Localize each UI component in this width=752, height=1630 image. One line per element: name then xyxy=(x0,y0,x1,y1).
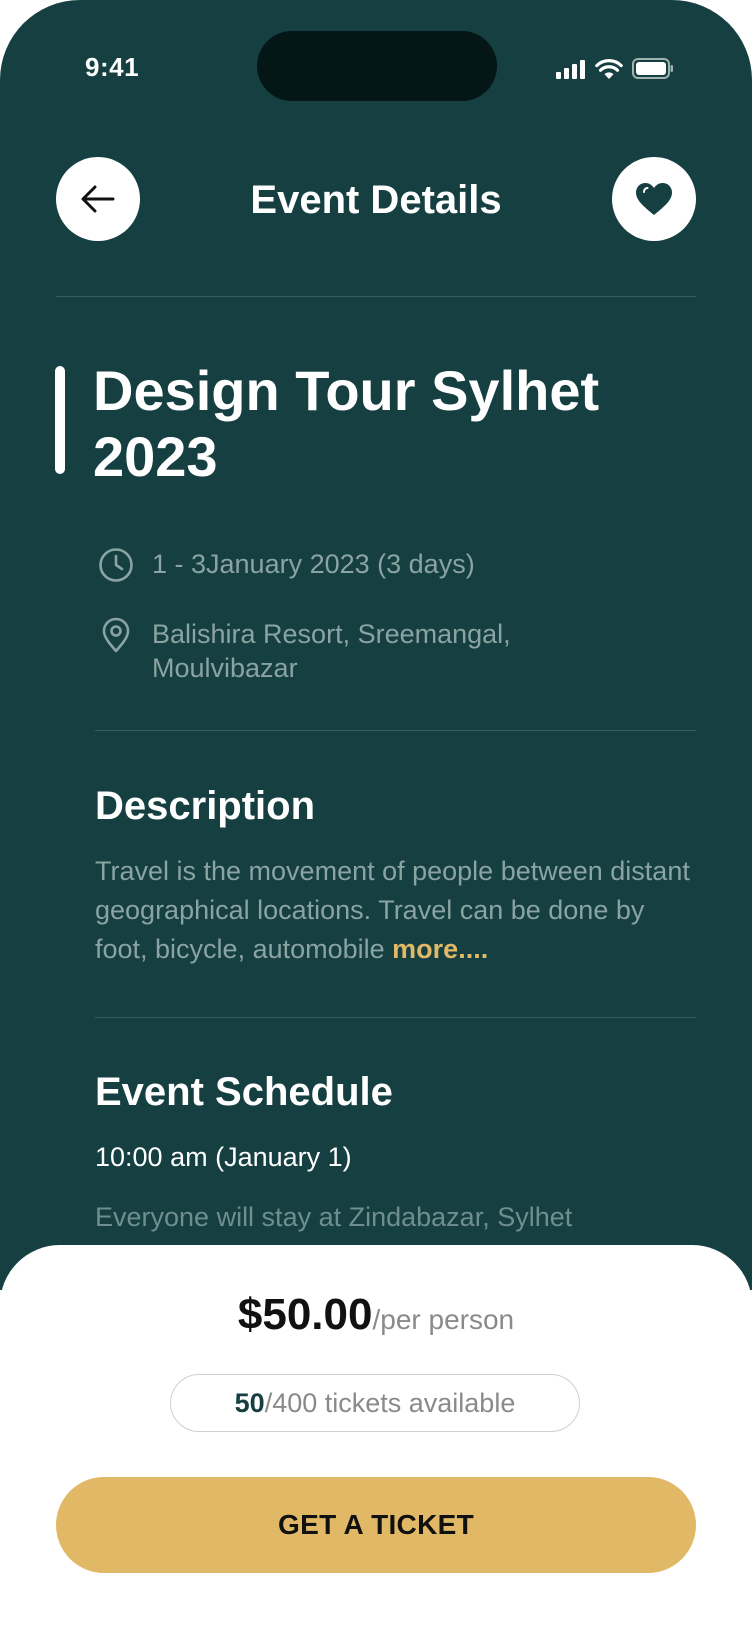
description-divider xyxy=(95,1017,696,1018)
favorite-button[interactable] xyxy=(612,157,696,241)
info-divider xyxy=(95,730,696,731)
price-row: $50.00/per person xyxy=(0,1290,752,1340)
description-text: Travel is the movement of people between… xyxy=(95,852,695,969)
heart-icon xyxy=(636,183,672,215)
schedule-time: 10:00 am (January 1) xyxy=(95,1142,352,1172)
booking-sheet: $50.00/per person 50/400 tickets availab… xyxy=(0,1245,752,1630)
event-location-row: Balishira Resort, Sreemangal, Moulvibaza… xyxy=(98,617,552,685)
signal-icon xyxy=(556,59,585,79)
wifi-icon xyxy=(595,59,623,79)
event-location: Balishira Resort, Sreemangal, Moulvibaza… xyxy=(152,619,511,683)
clock-icon xyxy=(99,548,133,582)
event-date-row: 1 - 3January 2023 (3 days) xyxy=(98,547,475,583)
map-pin-icon xyxy=(102,617,130,653)
schedule-heading: Event Schedule xyxy=(95,1070,393,1114)
dynamic-island xyxy=(257,31,497,101)
ticket-price: $50.00 xyxy=(237,1290,373,1339)
header-divider xyxy=(56,296,696,297)
tickets-total: /400 tickets available xyxy=(264,1387,516,1418)
title-accent-bar xyxy=(55,366,65,474)
tickets-available-badge: 50/400 tickets available xyxy=(170,1374,580,1432)
price-unit: /per person xyxy=(372,1304,515,1335)
description-heading: Description xyxy=(95,784,316,828)
status-time: 9:41 xyxy=(85,52,140,82)
status-icons xyxy=(556,58,674,79)
schedule-item: Everyone will stay at Zindabazar, Sylhet xyxy=(95,1202,573,1232)
event-date: 1 - 3January 2023 (3 days) xyxy=(152,549,475,579)
get-ticket-button[interactable]: GET A TICKET xyxy=(56,1477,696,1573)
event-details-panel: 9:41 Event Details Design Tour Sylhet 20… xyxy=(0,0,752,1290)
phone-screen: 9:41 Event Details Design Tour Sylhet 20… xyxy=(0,0,752,1630)
tickets-available-count: 50 xyxy=(234,1387,265,1418)
event-title: Design Tour Sylhet 2023 xyxy=(93,359,600,488)
battery-icon xyxy=(632,58,673,79)
more-link[interactable]: more.... xyxy=(392,934,488,964)
